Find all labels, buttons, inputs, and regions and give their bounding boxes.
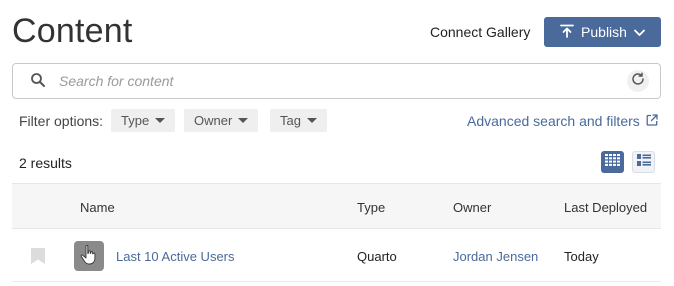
list-view-icon — [636, 153, 651, 171]
caret-down-icon — [306, 118, 317, 123]
tag-filter-label: Tag — [280, 113, 301, 128]
content-table-header: Name Type Owner Last Deployed — [12, 183, 661, 229]
caret-down-icon — [155, 118, 166, 123]
content-name-link[interactable]: Last 10 Active Users — [116, 249, 235, 264]
filter-options-label: Filter options: — [19, 113, 104, 129]
table-row[interactable]: Last 10 Active Users Quarto Jordan Jense… — [12, 230, 661, 282]
search-icon — [30, 72, 46, 93]
publish-button[interactable]: Publish — [544, 17, 661, 47]
column-header-type[interactable]: Type — [357, 200, 385, 215]
column-header-last-deployed[interactable]: Last Deployed — [564, 200, 647, 215]
refresh-icon — [631, 71, 645, 91]
refresh-button[interactable] — [627, 70, 649, 92]
type-filter-button[interactable]: Type — [111, 109, 176, 132]
advanced-search-label: Advanced search and filters — [467, 113, 640, 129]
content-thumbnail[interactable] — [74, 241, 104, 271]
pointer-hand-icon — [79, 244, 99, 269]
content-type: Quarto — [357, 249, 397, 264]
page-title: Content — [12, 12, 133, 50]
search-box — [12, 63, 661, 99]
upload-icon — [560, 24, 574, 41]
results-count: 2 results — [19, 155, 72, 171]
grid-view-icon — [605, 153, 620, 171]
caret-down-icon — [238, 118, 249, 123]
type-filter-label: Type — [121, 113, 150, 128]
owner-filter-button[interactable]: Owner — [184, 109, 259, 132]
search-input[interactable] — [59, 71, 599, 91]
column-header-name[interactable]: Name — [80, 200, 115, 215]
tag-filter-button[interactable]: Tag — [270, 109, 327, 132]
content-owner-link[interactable]: Jordan Jensen — [453, 249, 538, 264]
content-last-deployed: Today — [564, 249, 599, 264]
publish-label: Publish — [581, 24, 627, 40]
external-link-icon — [646, 113, 658, 129]
bookmark-icon[interactable] — [31, 248, 45, 267]
column-header-owner[interactable]: Owner — [453, 200, 491, 215]
list-view-button[interactable] — [632, 151, 655, 173]
connect-gallery-link[interactable]: Connect Gallery — [430, 24, 530, 40]
owner-filter-label: Owner — [194, 113, 233, 128]
chevron-down-icon — [634, 24, 645, 40]
advanced-search-link[interactable]: Advanced search and filters — [467, 113, 658, 129]
grid-view-button[interactable] — [601, 151, 624, 173]
